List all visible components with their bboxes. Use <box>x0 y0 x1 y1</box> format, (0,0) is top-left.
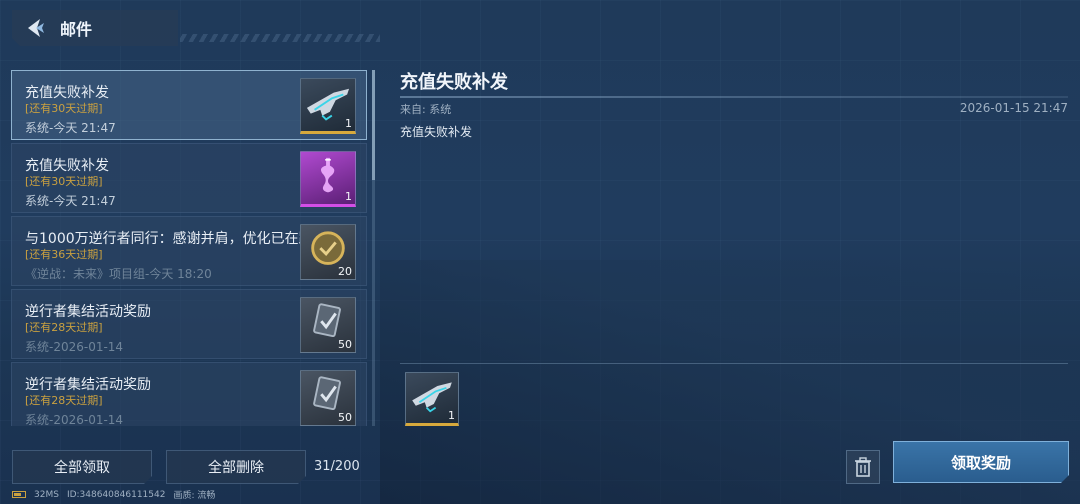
mail-meta: 《逆战：未来》项目组-今天 18:20 <box>25 267 212 281</box>
delete-all-button[interactable]: 全部删除 <box>166 450 306 484</box>
attachment-gun-icon[interactable]: 1 <box>405 372 459 426</box>
mail-item[interactable]: 逆行者集结活动奖励 [还有28天过期] 系统-2026-01-14 50 <box>11 362 367 426</box>
coin-reward-icon: 20 <box>300 224 356 280</box>
detail-date: 2026-01-15 21:47 <box>959 101 1068 115</box>
ping-value: 32MS <box>34 489 59 500</box>
mail-title: 与1000万逆行者同行：感谢并肩，优化已在路上 <box>25 231 327 247</box>
mail-meta: 系统-今天 21:47 <box>25 194 116 208</box>
mail-title: 逆行者集结活动奖励 <box>25 377 151 393</box>
mail-expire: [还有36天过期] <box>25 248 103 261</box>
status-footer: 32MS ID:348640846111542 画质: 流畅 <box>12 488 215 501</box>
reward-count: 20 <box>338 265 352 278</box>
delete-mail-button[interactable] <box>846 450 880 484</box>
mail-expire: [还有28天过期] <box>25 394 103 407</box>
reward-count: 1 <box>345 117 352 130</box>
mail-item[interactable]: 充值失败补发 [还有30天过期] 系统-今天 21:47 1 <box>11 143 367 213</box>
back-arrow-icon[interactable] <box>18 10 52 46</box>
detail-sender: 来自: 系统 <box>400 103 452 116</box>
gun-reward-icon: 1 <box>300 78 356 134</box>
card-reward-icon: 50 <box>300 370 356 426</box>
mail-list[interactable]: 充值失败补发 [还有30天过期] 系统-今天 21:47 1 充值失败补发 [还… <box>11 70 367 426</box>
mail-expire: [还有30天过期] <box>25 175 103 188</box>
mail-item[interactable]: 逆行者集结活动奖励 [还有28天过期] 系统-2026-01-14 50 <box>11 289 367 359</box>
player-id: ID:348640846111542 <box>66 489 166 500</box>
mail-title: 逆行者集结活动奖励 <box>25 304 151 320</box>
mail-count: 31/200 <box>314 459 360 474</box>
quality-setting: 画质: 流畅 <box>173 491 216 501</box>
mail-meta: 系统-2026-01-14 <box>25 413 124 426</box>
attachment-count: 1 <box>448 409 455 422</box>
detail-divider <box>400 96 1068 98</box>
claim-all-button[interactable]: 全部领取 <box>12 450 152 484</box>
reward-count: 50 <box>338 411 352 424</box>
reward-count: 50 <box>338 338 352 351</box>
mail-title: 充值失败补发 <box>25 158 109 174</box>
claim-reward-button[interactable]: 领取奖励 <box>893 441 1069 483</box>
mail-meta: 系统-2026-01-14 <box>25 340 124 354</box>
detail-title: 充值失败补发 <box>400 72 508 93</box>
mail-list-scrollbar[interactable] <box>372 70 375 426</box>
scrollbar-thumb[interactable] <box>372 70 375 180</box>
battery-icon <box>12 491 26 498</box>
detail-body: 充值失败补发 <box>400 125 473 139</box>
mail-title: 充值失败补发 <box>25 85 109 101</box>
mail-item[interactable]: 充值失败补发 [还有30天过期] 系统-今天 21:47 1 <box>11 70 367 140</box>
mail-meta: 系统-今天 21:47 <box>25 121 116 135</box>
mail-expire: [还有30天过期] <box>25 102 103 115</box>
header-bar: 邮件 <box>12 10 178 46</box>
header-decoration <box>180 34 380 42</box>
mail-expire: [还有28天过期] <box>25 321 103 334</box>
reward-count: 1 <box>345 190 352 203</box>
attachment-divider <box>400 363 1068 364</box>
trash-icon <box>855 457 871 477</box>
purple-item-reward-icon: 1 <box>300 151 356 207</box>
page-title: 邮件 <box>60 20 93 39</box>
card-reward-icon: 50 <box>300 297 356 353</box>
mail-item[interactable]: 与1000万逆行者同行：感谢并肩，优化已在路上 [还有36天过期] 《逆战：未来… <box>11 216 367 286</box>
